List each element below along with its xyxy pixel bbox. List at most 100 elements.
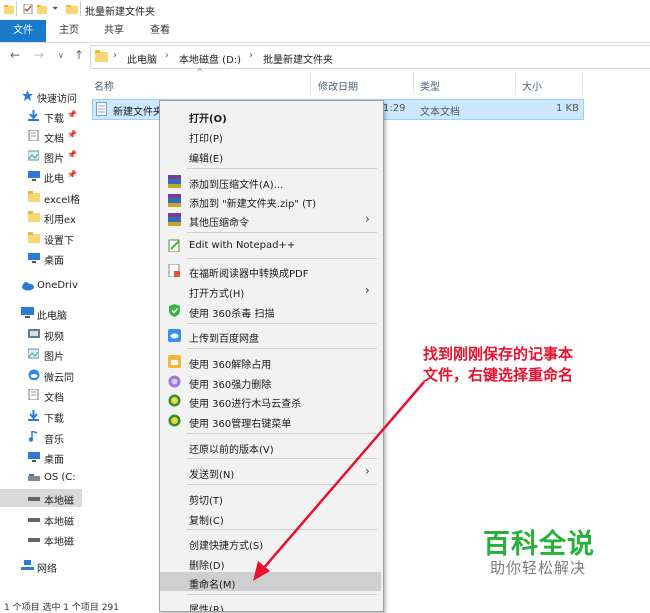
menu-open-with[interactable]: 打开方式(H) › [160,281,381,300]
menu-add-to-zip[interactable]: 添加到 "新建文件夹.zip" (T) [160,191,381,210]
menu-360-unlock[interactable]: 使用 360解除占用 [160,352,381,371]
360-antivirus-icon [168,304,181,317]
nav-documents-pinned[interactable]: 文档 📌 [0,127,82,145]
column-size[interactable]: 大小 [522,78,542,93]
new-folder-quick-icon[interactable] [37,4,47,14]
nav-drive-e[interactable]: 本地磁 [0,510,82,528]
menu-edit[interactable]: 编辑(E) [160,146,381,165]
nav-weiyun[interactable]: 微云同 [0,366,82,384]
column-type[interactable]: 类型 [420,78,440,93]
menu-foxit-pdf[interactable]: 在福昕阅读器中转换成PDF [160,261,381,280]
notepadpp-icon [168,239,181,253]
breadcrumb-current-folder[interactable]: 批量新建文件夹 [263,51,333,66]
menu-rename[interactable]: 重命名(M) [160,572,381,591]
status-text: 1 个项目 选中 1 个项目 291 [4,603,119,613]
drive-icon [28,472,40,483]
column-name[interactable]: 名称 [94,78,114,93]
desktop-icon [28,252,40,263]
tab-view[interactable]: 查看 [150,20,170,42]
download-icon [28,410,39,421]
customize-toolbar-icon[interactable]: ⏷ [52,4,58,14]
column-divider[interactable] [582,72,583,94]
menu-print[interactable]: 打印(P) [160,126,381,145]
column-modified[interactable]: 修改日期 [318,78,358,93]
divider [16,2,17,16]
nav-drive-d[interactable]: 本地磁 [0,489,82,507]
breadcrumb-this-pc[interactable]: 此电脑 [127,51,157,66]
menu-360-force-delete[interactable]: 使用 360强力删除 [160,372,381,391]
baidu-netdisk-icon [168,329,181,342]
nav-desktop[interactable]: 桌面 [0,249,82,267]
nav-desktop-2[interactable]: 桌面 [0,448,82,466]
folder-icon [95,50,108,65]
360-delete-icon [168,375,181,388]
breadcrumb-drive-d[interactable]: 本地磁盘 (D:) [179,51,241,66]
column-divider[interactable] [310,72,311,94]
nav-folder-excel[interactable]: excel格 [0,188,82,206]
drive-icon [28,492,40,503]
nav-this-pc-pinned[interactable]: 此电 📌 [0,167,82,185]
menu-360-manage[interactable]: 使用 360管理右键菜单 [160,411,381,430]
menu-copy[interactable]: 复制(C) [160,508,381,527]
nav-pictures-pinned[interactable]: 图片 📌 [0,147,82,165]
file-modified: 1:29 [383,103,406,114]
menu-separator [187,323,377,324]
drive-icon [28,533,40,544]
menu-separator [187,258,377,259]
folder-icon [28,232,40,243]
winrar-icon [168,194,181,207]
menu-notepadpp[interactable]: Edit with Notepad++ [160,236,381,255]
properties-quick-icon[interactable] [23,3,33,15]
tab-home[interactable]: 主页 [59,20,79,42]
menu-create-shortcut[interactable]: 创建快捷方式(S) [160,533,381,552]
360-manage-icon [168,414,181,427]
menu-open[interactable]: 打开(O) [160,106,381,125]
column-divider[interactable] [515,72,516,94]
menu-send-to[interactable]: 发送到(N) › [160,462,381,481]
nav-this-pc[interactable]: 此电脑 [0,304,82,322]
nav-documents[interactable]: 文档 [0,386,82,404]
folder-icon [4,4,14,14]
tab-file[interactable]: 文件 [0,20,46,42]
drive-icon [28,513,40,524]
forward-arrow-icon[interactable]: → [34,48,44,62]
menu-360-trojan[interactable]: 使用 360进行木马云查杀 [160,391,381,410]
pin-icon: 📌 [67,150,77,159]
up-arrow-icon[interactable]: ↑ [74,48,84,62]
file-size: 1 KB [556,103,579,114]
menu-restore-versions[interactable]: 还原以前的版本(V) [160,437,381,456]
watermark-logo: 百科全说 [483,529,595,560]
nav-music[interactable]: 音乐 [0,428,82,446]
360-unlock-icon [168,355,181,368]
menu-baidu-upload[interactable]: 上传到百度网盘 [160,326,381,345]
nav-folder-settings[interactable]: 设置下 [0,229,82,247]
address-row: ← → ∨ ↑ › 此电脑 › 本地磁盘 (D:) › 批量新建文件夹 [0,43,650,69]
menu-other-compress[interactable]: 其他压缩命令 › [160,210,381,229]
nav-drive-c[interactable]: OS (C: [0,469,82,487]
nav-onedrive[interactable]: OneDriv [0,277,82,295]
nav-videos[interactable]: 视频 [0,325,82,343]
back-arrow-icon[interactable]: ← [10,48,20,62]
address-bar[interactable]: › 此电脑 › 本地磁盘 (D:) › 批量新建文件夹 [90,45,650,69]
menu-separator [187,594,377,595]
nav-folder-excel-use[interactable]: 利用ex [0,208,82,226]
recent-locations-icon[interactable]: ∨ [58,51,64,60]
column-divider[interactable] [413,72,414,94]
submenu-arrow-icon: › [365,212,370,226]
nav-pictures[interactable]: 图片 [0,345,82,363]
menu-delete[interactable]: 删除(D) [160,553,381,572]
menu-cut[interactable]: 剪切(T) [160,488,381,507]
nav-downloads-pinned[interactable]: 下载 📌 [0,107,82,125]
desktop-icon [28,451,40,462]
nav-downloads[interactable]: 下载 [0,407,82,425]
menu-add-to-archive[interactable]: 添加到压缩文件(A)... [160,172,381,191]
tab-share[interactable]: 共享 [104,20,124,42]
nav-network[interactable]: 网络 [0,557,82,575]
file-name: 新建文件夹 [113,107,163,118]
divider [80,2,81,16]
menu-separator [187,529,377,530]
pin-icon: 📌 [67,110,77,119]
nav-quick-access[interactable]: 快速访问 [0,87,82,105]
nav-drive-f[interactable]: 本地磁 [0,530,82,548]
menu-360-scan[interactable]: 使用 360杀毒 扫描 [160,301,381,320]
